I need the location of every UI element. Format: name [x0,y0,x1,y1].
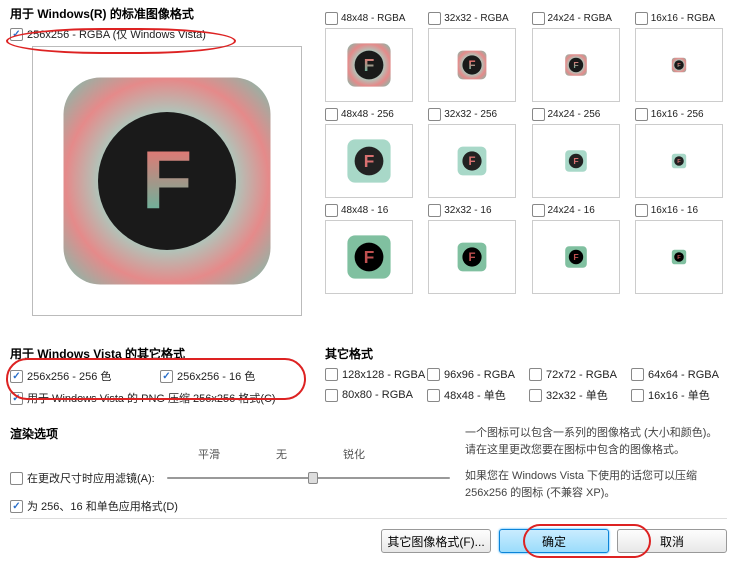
checkbox-icon [532,12,545,25]
std-formats-title: 用于 Windows(R) 的标准图像格式 [10,5,320,22]
checkbox-icon [635,204,648,217]
fmt-48-256[interactable]: 48x48 - 256 [325,108,420,121]
fmt-16-16[interactable]: 16x16 - 16 [635,204,730,217]
other-128-rgba[interactable]: 128x128 - RGBA [325,368,421,381]
icon-preview-large: F [52,66,282,296]
svg-text:F: F [573,156,578,166]
fmt-48-rgba[interactable]: 48x48 - RGBA [325,12,420,25]
checkbox-icon [427,389,440,402]
svg-text:F: F [469,156,476,168]
checkbox-icon [325,389,338,402]
svg-text:F: F [677,159,681,165]
svg-text:F: F [364,247,375,267]
other-16-mono[interactable]: 16x16 - 单色 [631,387,727,403]
fmt-32-256[interactable]: 32x32 - 256 [428,108,523,121]
ok-button[interactable]: 确定 [499,529,609,553]
std-256-rgba-row[interactable]: 256x256 - RGBA (仅 Windows Vista) [10,26,320,42]
checkbox-icon [10,392,23,405]
svg-text:F: F [677,255,681,261]
render-apply-format[interactable]: 为 256、16 和单色应用格式(D) [10,498,450,514]
slider-thumb-icon [308,472,318,484]
checkbox-icon [428,12,441,25]
checkbox-icon [10,500,23,513]
fmt-32-16[interactable]: 32x32 - 16 [428,204,523,217]
preview-256: F [32,46,302,316]
other-title: 其它格式 [325,345,730,362]
other-32-mono[interactable]: 32x32 - 单色 [529,387,625,403]
slider-label-none: 无 [276,446,287,462]
fmt-16-256[interactable]: 16x16 - 256 [635,108,730,121]
checkbox-icon [428,108,441,121]
slider-label-smooth: 平滑 [198,446,220,462]
vista-256-256[interactable]: 256x256 - 256 色 [10,368,140,384]
checkbox-icon [631,368,644,381]
other-formats-button[interactable]: 其它图像格式(F)... [381,529,491,553]
fmt-16-rgba[interactable]: 16x16 - RGBA [635,12,730,25]
checkbox-icon [529,368,542,381]
other-72-rgba[interactable]: 72x72 - RGBA [529,368,625,381]
checkbox-icon [635,12,648,25]
vista-256-16[interactable]: 256x256 - 16 色 [160,368,290,384]
svg-text:F: F [677,63,681,69]
fmt-24-256[interactable]: 24x24 - 256 [532,108,627,121]
svg-text:F: F [573,252,578,262]
svg-text:F: F [469,60,476,72]
checkbox-icon [325,368,338,381]
other-96-rgba[interactable]: 96x96 - RGBA [427,368,523,381]
slider-label-sharpen: 锐化 [343,446,365,462]
other-64-rgba[interactable]: 64x64 - RGBA [631,368,727,381]
svg-text:F: F [142,134,193,227]
checkbox-icon [10,472,23,485]
filter-slider[interactable] [167,477,450,479]
std-256-rgba-label: 256x256 - RGBA (仅 Windows Vista) [27,26,206,42]
checkbox-icon [325,108,338,121]
fmt-24-rgba[interactable]: 24x24 - RGBA [532,12,627,25]
other-80-rgba[interactable]: 80x80 - RGBA [325,387,421,403]
checkbox-icon [325,204,338,217]
other-48-mono[interactable]: 48x48 - 单色 [427,387,523,403]
checkbox-icon [532,108,545,121]
checkbox-icon [529,389,542,402]
checkbox-icon [635,108,648,121]
vista-png-compress[interactable]: 用于 Windows Vista 的 PNG 压缩 256x256 格式(C) [10,390,290,406]
help-text: 一个图标可以包含一系列的图像格式 (大小和颜色)。请在这里更改您要在图标中包含的… [465,425,725,511]
vista-title: 用于 Windows Vista 的其它格式 [10,345,320,362]
render-title: 渲染选项 [10,425,450,442]
fmt-48-16[interactable]: 48x48 - 16 [325,204,420,217]
svg-text:F: F [469,252,476,264]
checkbox-icon [428,204,441,217]
checkbox-icon [10,28,23,41]
render-filter-resize[interactable]: 在更改尺寸时应用滤镜(A): [10,470,450,486]
checkbox-icon [631,389,644,402]
svg-text:F: F [364,151,375,171]
checkbox-icon [160,370,173,383]
checkbox-icon [532,204,545,217]
svg-text:F: F [364,55,375,75]
checkbox-icon [325,12,338,25]
fmt-32-rgba[interactable]: 32x32 - RGBA [428,12,523,25]
checkbox-icon [427,368,440,381]
svg-text:F: F [573,60,578,70]
cancel-button[interactable]: 取消 [617,529,727,553]
checkbox-icon [10,370,23,383]
fmt-24-16[interactable]: 24x24 - 16 [532,204,627,217]
